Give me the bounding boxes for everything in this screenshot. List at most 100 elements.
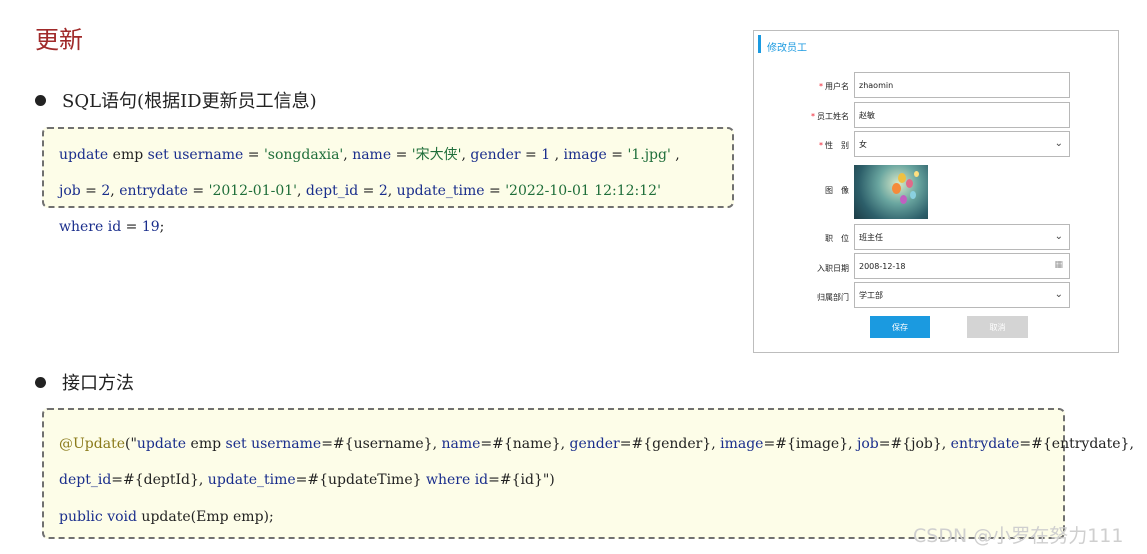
- code-token: ,: [550, 147, 564, 163]
- chevron-down-icon: ⌄: [1054, 289, 1063, 300]
- code-token: ,: [343, 147, 353, 163]
- code-token: =: [606, 147, 628, 163]
- code-token: (": [124, 436, 137, 452]
- code-token: 2: [101, 183, 111, 199]
- edit-employee-form: 修改员工 * 用户名 zhaomin * 员工姓名 赵敏 * 性 别 女 ⌄ 图 像 职…: [753, 30, 1119, 353]
- code-token: =#{image},: [763, 436, 858, 452]
- code-token: dept_id: [59, 472, 112, 488]
- gender-label: * 性 别: [819, 141, 849, 150]
- code-token: set: [147, 147, 169, 163]
- code-token: where: [59, 219, 104, 235]
- code-token: image: [720, 436, 764, 452]
- page-title: 更新: [35, 26, 83, 54]
- code-token: username: [173, 147, 244, 163]
- interface-section-heading: 接口方法: [35, 369, 134, 395]
- code-token: update_time: [207, 472, 296, 488]
- code-token: =#{updateTime}: [295, 472, 426, 488]
- code-token: =: [484, 183, 506, 199]
- code-token: ;: [159, 219, 165, 235]
- code-token: =#{id}"): [488, 472, 555, 488]
- code-token: =: [243, 147, 264, 163]
- sql-section-label: SQL语句(根据ID更新员工信息): [62, 91, 317, 112]
- bullet-dot-icon: [35, 94, 46, 106]
- code-token: '1.jpg': [627, 147, 671, 163]
- code-token: =: [187, 183, 209, 199]
- code-token: '2022-10-01 12:12:12': [505, 183, 661, 199]
- entry-date-label: 入职日期: [817, 264, 849, 273]
- code-token: gender: [569, 436, 620, 452]
- code-line: dept_id=#{deptId}, update_time=#{updateT…: [59, 472, 555, 488]
- position-label: 职 位: [825, 234, 849, 243]
- code-token: =: [121, 219, 142, 235]
- code-token: image: [563, 147, 607, 163]
- code-token: public: [59, 509, 103, 525]
- code-token: set: [225, 436, 247, 452]
- department-select[interactable]: 学工部 ⌄: [854, 282, 1070, 308]
- code-token: =#{name},: [480, 436, 570, 452]
- code-token: update: [136, 436, 187, 452]
- entry-date-input[interactable]: 2008-12-18 ▦: [854, 253, 1070, 279]
- interface-section-label: 接口方法: [62, 373, 134, 394]
- code-token: void: [107, 509, 137, 525]
- code-token: 19: [141, 219, 160, 235]
- code-token: emp: [186, 436, 226, 452]
- code-token: job: [857, 436, 879, 452]
- cancel-button[interactable]: 取消: [967, 316, 1028, 338]
- code-token: dept_id: [305, 183, 359, 199]
- chevron-down-icon: ⌄: [1054, 138, 1063, 149]
- code-token: id: [107, 219, 122, 235]
- code-token: =: [391, 147, 412, 163]
- code-token: emp: [108, 147, 148, 163]
- code-token: 'songdaxia': [263, 147, 344, 163]
- gender-select[interactable]: 女 ⌄: [854, 131, 1070, 157]
- watermark: CSDN @小罗在努力111: [913, 525, 1124, 547]
- image-label: 图 像: [825, 186, 849, 195]
- code-token: =#{username},: [321, 436, 442, 452]
- code-token: 1: [541, 147, 551, 163]
- username-input[interactable]: zhaomin: [854, 72, 1070, 98]
- sql-section-heading: SQL语句(根据ID更新员工信息): [35, 87, 317, 113]
- code-token: gender: [470, 147, 521, 163]
- save-button[interactable]: 保存: [870, 316, 930, 338]
- calendar-icon: ▦: [1054, 260, 1063, 270]
- code-token: entrydate: [950, 436, 1020, 452]
- code-line: where id = 19;: [59, 219, 164, 235]
- employee-image[interactable]: [854, 165, 928, 219]
- code-token: name: [352, 147, 392, 163]
- code-token: =#{job},: [878, 436, 951, 452]
- chevron-down-icon: ⌄: [1054, 231, 1063, 242]
- code-token: =: [80, 183, 102, 199]
- position-select[interactable]: 班主任 ⌄: [854, 224, 1070, 250]
- code-token: =#{gender},: [619, 436, 721, 452]
- code-token: job: [59, 183, 81, 199]
- code-line: @Update("update emp set username=#{usern…: [59, 436, 1134, 452]
- code-token: entrydate: [119, 183, 188, 199]
- department-label: 归属部门: [817, 293, 849, 302]
- code-token: 2: [378, 183, 388, 199]
- code-token: ,: [110, 183, 120, 199]
- form-header-accent: [758, 35, 761, 53]
- code-token: '2012-01-01': [208, 183, 298, 199]
- code-token: update: [59, 147, 109, 163]
- code-token: '宋大侠': [411, 147, 462, 163]
- code-token: =#{deptId},: [111, 472, 208, 488]
- code-token: where: [425, 472, 471, 488]
- code-token: ,: [297, 183, 306, 199]
- code-token: name: [441, 436, 481, 452]
- username-label: * 用户名: [819, 82, 849, 91]
- code-token: id: [474, 472, 489, 488]
- code-token: @Update: [59, 436, 125, 452]
- code-token: ,: [387, 183, 397, 199]
- code-token: =: [358, 183, 379, 199]
- bullet-dot-icon: [35, 376, 46, 388]
- code-token: =: [520, 147, 542, 163]
- code-line: public void update(Emp emp);: [59, 509, 274, 525]
- form-header-title: 修改员工: [767, 43, 807, 54]
- code-token: username: [251, 436, 322, 452]
- code-token: update(Emp emp);: [136, 509, 274, 525]
- employee-name-input[interactable]: 赵敏: [854, 102, 1070, 128]
- code-token: =#{entrydate},: [1019, 436, 1134, 452]
- code-token: ,: [670, 147, 680, 163]
- code-line: job = 2, entrydate = '2012-01-01', dept_…: [59, 183, 661, 199]
- code-line: update emp set username = 'songdaxia', n…: [59, 147, 680, 163]
